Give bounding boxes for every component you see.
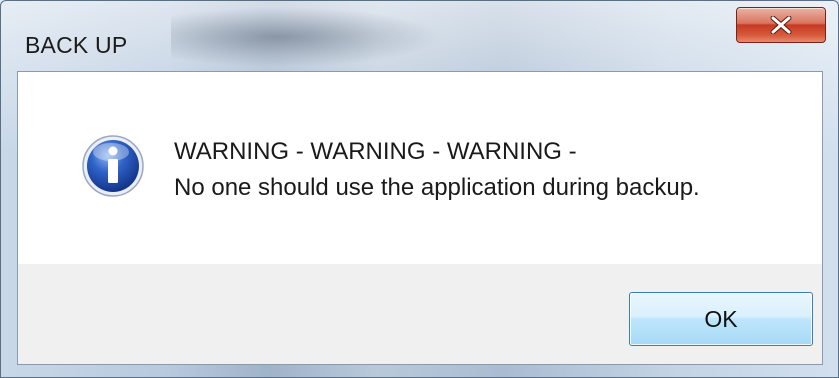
message-box-window: BACK UP WARNING - WARNING - WARNING - No… (0, 0, 839, 378)
message-text: WARNING - WARNING - WARNING - No one sho… (174, 134, 700, 206)
message-panel: WARNING - WARNING - WARNING - No one sho… (18, 72, 822, 264)
information-icon (81, 134, 145, 198)
message-line-1: WARNING - WARNING - WARNING - (174, 138, 577, 165)
window-title: BACK UP (25, 32, 128, 58)
title-bar-background (171, 7, 441, 67)
close-button[interactable] (736, 7, 826, 43)
close-x-icon (770, 16, 792, 34)
ok-button[interactable]: OK (629, 292, 813, 346)
message-line-2: No one should use the application during… (174, 174, 700, 201)
title-bar[interactable]: BACK UP (1, 1, 838, 69)
dialog-client-area: WARNING - WARNING - WARNING - No one sho… (17, 71, 823, 365)
window-frame-bottom (1, 365, 838, 377)
